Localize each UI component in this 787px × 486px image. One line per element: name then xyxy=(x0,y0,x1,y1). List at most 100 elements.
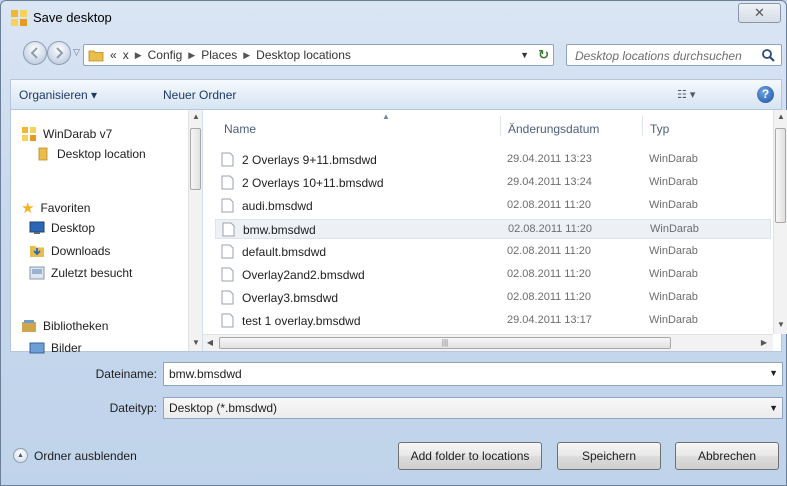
filename-field[interactable]: bmw.bmsdwd ▼ xyxy=(163,362,783,386)
file-icon xyxy=(221,198,234,213)
nav-scroll-thumb[interactable] xyxy=(190,128,201,190)
file-list-scroll-thumb[interactable] xyxy=(775,128,786,223)
file-type: WinDarab xyxy=(649,153,698,165)
address-bar[interactable]: « x ▶ Config ▶ Places ▶ Desktop location… xyxy=(83,44,554,66)
nav-pane-scrollbar[interactable]: ▲ ▼ xyxy=(188,110,202,351)
file-date: 29.04.2011 13:23 xyxy=(507,153,592,165)
scroll-left-icon[interactable]: ◀ xyxy=(205,338,215,347)
file-row[interactable]: Overlay3.bmsdwd 02.08.2011 11:20 WinDara… xyxy=(215,288,771,308)
file-date: 29.04.2011 13:24 xyxy=(507,176,592,188)
file-icon xyxy=(221,290,234,305)
file-name: Overlay3.bmsdwd xyxy=(242,291,339,305)
column-header-type[interactable]: Typ xyxy=(650,122,669,136)
scroll-right-icon[interactable]: ▶ xyxy=(759,338,769,347)
chevron-right-icon[interactable]: ▶ xyxy=(135,50,142,61)
view-options-icon[interactable]: ☷ ▾ xyxy=(677,88,695,101)
chevron-up-icon[interactable]: ▲ xyxy=(13,448,28,463)
scroll-down-icon[interactable]: ▼ xyxy=(189,338,203,347)
chevron-down-icon[interactable]: ▼ xyxy=(769,403,778,413)
chevron-right-icon[interactable]: ▶ xyxy=(243,50,250,61)
refresh-icon[interactable]: ↻ xyxy=(538,47,549,63)
file-name: bmw.bmsdwd xyxy=(243,223,316,237)
pane-divider[interactable] xyxy=(202,110,203,351)
chevron-right-icon[interactable]: ▶ xyxy=(188,50,195,61)
column-header-date[interactable]: Änderungsdatum xyxy=(508,122,599,136)
forward-button[interactable] xyxy=(47,41,71,65)
recent-pages-dropdown[interactable]: ▽ xyxy=(73,47,80,58)
search-placeholder: Desktop locations durchsuchen xyxy=(575,49,742,63)
file-row[interactable]: 2 Overlays 10+11.bmsdwd 29.04.2011 13:24… xyxy=(215,173,771,193)
pictures-icon xyxy=(29,342,45,354)
close-button[interactable]: ✕ xyxy=(738,3,781,23)
save-button[interactable]: Speichern xyxy=(557,442,661,470)
nav-item-recent[interactable]: Zuletzt besucht xyxy=(29,266,132,280)
filetype-value: Desktop (*.bmsdwd) xyxy=(169,401,278,415)
nav-item-label: Favoriten xyxy=(40,201,91,215)
scroll-down-icon[interactable]: ▼ xyxy=(774,320,787,329)
nav-item-windarab[interactable]: WinDarab v7 xyxy=(21,126,112,142)
file-type: WinDarab xyxy=(650,223,699,235)
back-arrow-icon xyxy=(30,47,38,59)
nav-item-label: Desktop xyxy=(51,221,96,235)
scroll-up-icon[interactable]: ▲ xyxy=(189,112,203,121)
navigation-pane: WinDarab v7 Desktop location ★ Favoriten… xyxy=(11,110,202,355)
file-row[interactable]: 2 Overlays 9+11.bmsdwd 29.04.2011 13:23 … xyxy=(215,150,771,170)
hide-folders-label: Ordner ausblenden xyxy=(34,448,137,463)
file-row-selected[interactable]: bmw.bmsdwd 02.08.2011 11:20 WinDarab xyxy=(215,219,771,239)
file-name: default.bmsdwd xyxy=(242,245,327,259)
file-date: 02.08.2011 11:20 xyxy=(508,223,593,235)
file-icon xyxy=(221,267,234,282)
column-header-name[interactable]: Name xyxy=(224,122,256,136)
nav-item-desktop-location[interactable]: Desktop location xyxy=(37,147,146,161)
chevron-down-icon[interactable]: ▼ xyxy=(769,368,778,378)
help-icon[interactable]: ? xyxy=(757,86,774,103)
file-row[interactable]: default.bmsdwd 02.08.2011 11:20 WinDarab xyxy=(215,242,771,262)
column-divider[interactable] xyxy=(642,116,643,136)
search-input[interactable]: Desktop locations durchsuchen xyxy=(566,44,782,66)
nav-item-label: Bilder xyxy=(51,341,82,355)
address-dropdown-icon[interactable]: ▼ xyxy=(520,50,529,60)
filetype-select[interactable]: Desktop (*.bmsdwd) ▼ xyxy=(163,397,783,419)
horizontal-scroll-thumb[interactable]: ||| xyxy=(219,337,671,349)
file-icon xyxy=(222,222,235,237)
horizontal-scrollbar[interactable]: ◀ ||| ▶ xyxy=(203,334,773,351)
file-date: 02.08.2011 11:20 xyxy=(507,291,592,303)
nav-item-pictures[interactable]: Bilder xyxy=(29,341,82,355)
file-date: 02.08.2011 11:20 xyxy=(507,268,592,280)
organize-menu[interactable]: Organisieren ▾ xyxy=(19,88,97,102)
title-bar: Save desktop ✕ xyxy=(1,1,786,35)
crumb-x[interactable]: x xyxy=(123,48,129,62)
new-folder-button[interactable]: Neuer Ordner xyxy=(163,88,236,102)
filetype-label: Dateityp: xyxy=(109,401,157,415)
downloads-icon xyxy=(30,246,44,257)
nav-item-libraries[interactable]: Bibliotheken xyxy=(21,319,108,333)
crumb-places[interactable]: Places xyxy=(201,48,237,62)
back-button[interactable] xyxy=(23,41,47,65)
file-name: 2 Overlays 9+11.bmsdwd xyxy=(242,153,377,167)
file-type: WinDarab xyxy=(649,314,698,326)
search-icon[interactable] xyxy=(761,48,775,62)
column-divider[interactable] xyxy=(500,116,501,136)
desktop-icon xyxy=(29,221,45,234)
nav-item-desktop[interactable]: Desktop xyxy=(29,221,95,235)
folder-icon xyxy=(38,147,48,161)
nav-item-favorites[interactable]: ★ Favoriten xyxy=(21,199,90,217)
file-name: 2 Overlays 10+11.bmsdwd xyxy=(242,176,384,190)
hide-folders-toggle[interactable]: ▲ Ordner ausblenden xyxy=(13,448,137,463)
cancel-button[interactable]: Abbrechen xyxy=(675,442,779,470)
recent-icon xyxy=(29,266,45,280)
nav-item-downloads[interactable]: Downloads xyxy=(29,244,110,258)
file-row[interactable]: Overlay2and2.bmsdwd 02.08.2011 11:20 Win… xyxy=(215,265,771,285)
add-folder-to-locations-button[interactable]: Add folder to locations xyxy=(398,442,542,470)
file-icon xyxy=(221,152,234,167)
file-name: test 1 overlay.bmsdwd xyxy=(242,314,361,328)
folder-icon xyxy=(88,50,104,61)
crumb-config[interactable]: Config xyxy=(148,48,183,62)
file-list-vertical-scrollbar[interactable]: ▲ ▼ xyxy=(773,110,787,334)
crumb-desktop-locations[interactable]: Desktop locations xyxy=(256,48,351,62)
file-row[interactable]: test 1 overlay.bmsdwd 29.04.2011 13:17 W… xyxy=(215,311,771,331)
scroll-up-icon[interactable]: ▲ xyxy=(774,112,787,121)
file-row[interactable]: audi.bmsdwd 02.08.2011 11:20 WinDarab xyxy=(215,196,771,216)
address-overflow[interactable]: « xyxy=(110,48,117,62)
file-date: 29.04.2011 13:17 xyxy=(507,314,592,326)
